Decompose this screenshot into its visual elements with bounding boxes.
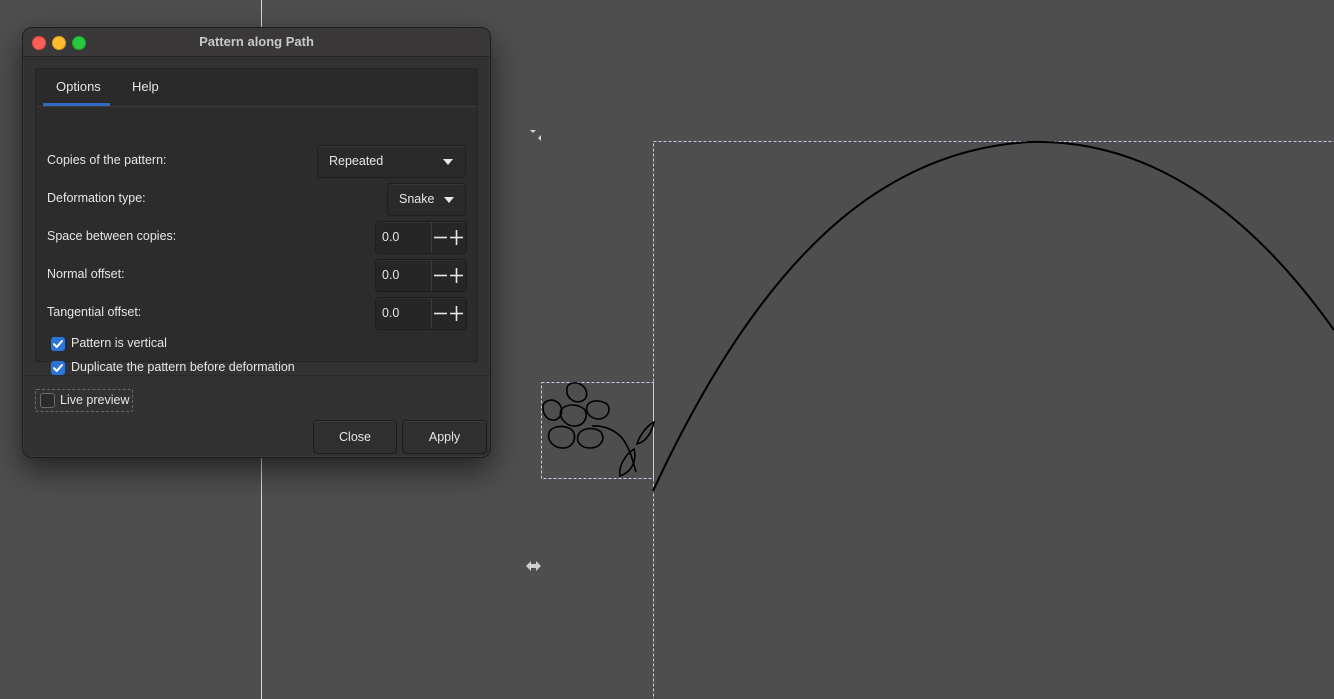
pattern-along-path-dialog: Pattern along Path Options Help Copies o…: [22, 27, 491, 458]
chevron-down-icon: [443, 159, 453, 165]
options-panel: Options Help Copies of the pattern: Repe…: [35, 68, 478, 375]
path-curve: [652, 140, 1334, 492]
normal-offset-spinbox[interactable]: 0.0: [375, 259, 467, 292]
normal-offset-label: Normal offset:: [47, 267, 125, 281]
deformation-dropdown[interactable]: Snake: [387, 183, 466, 216]
path-selection-box: [653, 141, 1334, 699]
flower-pattern: [542, 382, 656, 478]
checkmark-icon: [53, 364, 63, 372]
tangential-offset-spinbox[interactable]: 0.0: [375, 297, 467, 330]
checkmark-icon: [53, 340, 63, 348]
pattern-vertical-checkbox[interactable]: [51, 337, 65, 351]
dialog-title: Pattern along Path: [199, 34, 314, 49]
tangential-offset-label: Tangential offset:: [47, 305, 142, 319]
space-value[interactable]: 0.0: [382, 230, 399, 244]
close-button[interactable]: Close: [313, 420, 397, 454]
plus-icon[interactable]: [449, 229, 464, 246]
copies-dropdown[interactable]: Repeated: [317, 145, 466, 178]
copies-value: Repeated: [329, 154, 384, 168]
tab-options[interactable]: Options: [56, 79, 101, 94]
copies-label: Copies of the pattern:: [47, 153, 167, 167]
minus-icon[interactable]: [433, 230, 448, 245]
deformation-label: Deformation type:: [47, 191, 146, 205]
live-preview-toggle[interactable]: Live preview: [35, 389, 133, 412]
scale-handle-icon: [530, 130, 541, 141]
stretch-handle-icon: [526, 561, 541, 571]
duplicate-pattern-label[interactable]: Duplicate the pattern before deformation: [71, 360, 295, 374]
plus-icon[interactable]: [449, 267, 464, 284]
normal-offset-value[interactable]: 0.0: [382, 268, 399, 282]
dialog-titlebar[interactable]: Pattern along Path: [23, 28, 490, 57]
apply-button[interactable]: Apply: [402, 420, 487, 454]
space-spinbox[interactable]: 0.0: [375, 221, 467, 254]
tangential-offset-value[interactable]: 0.0: [382, 306, 399, 320]
separator: [23, 375, 490, 376]
minus-icon[interactable]: [433, 268, 448, 283]
active-tab-indicator: [43, 103, 110, 106]
live-preview-label[interactable]: Live preview: [60, 393, 129, 407]
minus-icon[interactable]: [433, 306, 448, 321]
tab-help[interactable]: Help: [132, 79, 159, 94]
tab-bar: Options Help: [36, 69, 477, 107]
duplicate-pattern-checkbox[interactable]: [51, 361, 65, 375]
space-label: Space between copies:: [47, 229, 177, 243]
live-preview-checkbox[interactable]: [40, 393, 55, 408]
pattern-vertical-label[interactable]: Pattern is vertical: [71, 336, 167, 350]
plus-icon[interactable]: [449, 305, 464, 322]
chevron-down-icon: [444, 197, 454, 203]
deformation-value: Snake: [399, 192, 435, 206]
